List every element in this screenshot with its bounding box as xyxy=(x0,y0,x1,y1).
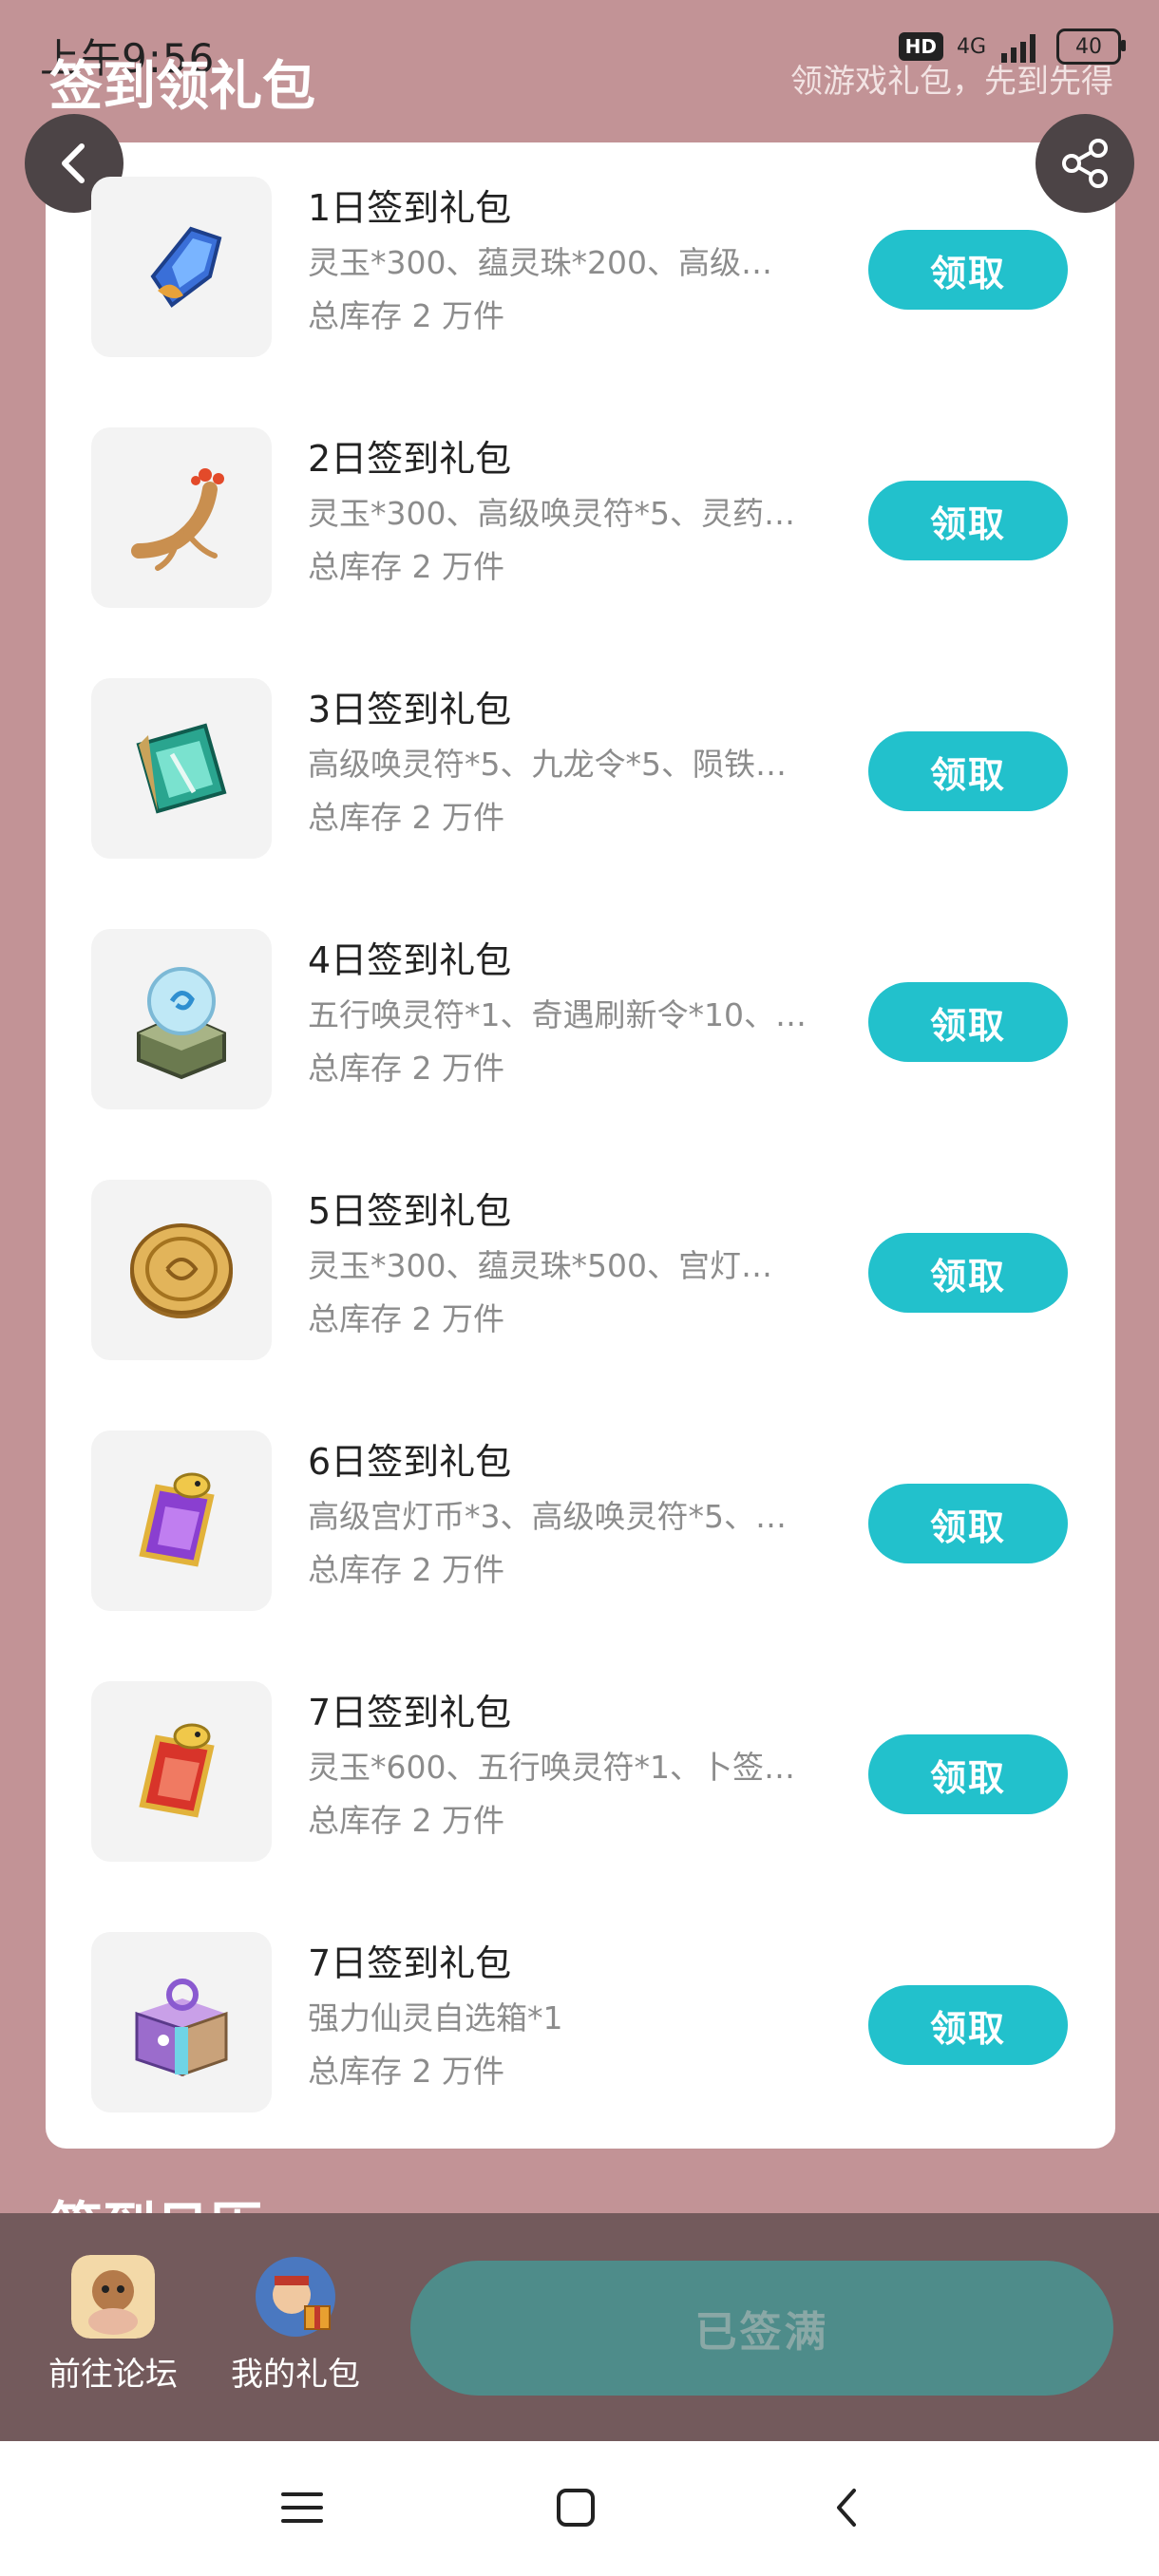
gift-description: 高级宫灯币*3、高级唤灵符*5、… xyxy=(308,1498,787,1535)
gift-description: 强力仙灵自选箱*1 xyxy=(308,1999,563,2036)
claim-button[interactable]: 领取 xyxy=(868,1985,1068,2065)
menu-icon xyxy=(281,2492,323,2523)
home-square-icon xyxy=(557,2489,595,2527)
red-scroll-icon xyxy=(139,1723,215,1818)
gift-item: 2日签到礼包 灵玉*300、高级唤灵符*5、灵药… 总库存 2 万件 领取 xyxy=(46,393,1115,644)
forum-link[interactable]: 前往论坛 xyxy=(32,2255,194,2395)
gift-name: 4日签到礼包 xyxy=(308,939,512,981)
gift-box-icon xyxy=(135,1979,228,2077)
gift-description: 灵玉*300、高级唤灵符*5、灵药… xyxy=(308,495,795,532)
gift-description: 五行唤灵符*1、奇遇刷新令*10、… xyxy=(308,996,807,1033)
gift-stock: 总库存 2 万件 xyxy=(308,1050,504,1087)
gift-thumbnail xyxy=(91,1681,272,1862)
gift-description: 灵玉*300、蕴灵珠*200、高级… xyxy=(308,244,772,281)
bottom-action-bar: 前往论坛 我的礼包 已签满 xyxy=(0,2213,1159,2441)
forum-label: 前往论坛 xyxy=(48,2356,178,2394)
gift-name: 7日签到礼包 xyxy=(308,1692,512,1733)
claim-button[interactable]: 领取 xyxy=(868,1233,1068,1313)
purple-scroll-icon xyxy=(139,1472,215,1567)
gift-name: 1日签到礼包 xyxy=(308,187,512,229)
claim-button[interactable]: 领取 xyxy=(868,1484,1068,1563)
gift-name: 5日签到礼包 xyxy=(308,1190,512,1232)
gift-stock: 总库存 2 万件 xyxy=(308,799,504,836)
gift-item: 5日签到礼包 灵玉*300、蕴灵珠*500、宫灯… 总库存 2 万件 领取 xyxy=(46,1146,1115,1396)
gift-thumbnail xyxy=(91,1932,272,2112)
gift-stock: 总库存 2 万件 xyxy=(308,2053,504,2090)
signed-full-button[interactable]: 已签满 xyxy=(410,2261,1113,2396)
my-gifts-icon xyxy=(254,2255,337,2339)
claim-button[interactable]: 领取 xyxy=(868,731,1068,811)
gift-thumbnail xyxy=(91,1430,272,1611)
gift-item: 1日签到礼包 灵玉*300、蕴灵珠*200、高级… 总库存 2 万件 领取 xyxy=(46,142,1115,393)
gift-stock: 总库存 2 万件 xyxy=(308,1802,504,1839)
gift-name: 7日签到礼包 xyxy=(308,1942,512,1984)
ginseng-root-icon xyxy=(131,468,224,571)
gift-name: 3日签到礼包 xyxy=(308,689,512,730)
claim-button[interactable]: 领取 xyxy=(868,1734,1068,1814)
gift-thumbnail xyxy=(91,1180,272,1360)
system-back-button[interactable] xyxy=(819,2479,876,2536)
gift-name: 6日签到礼包 xyxy=(308,1441,512,1483)
my-gifts-link[interactable]: 我的礼包 xyxy=(215,2255,376,2395)
gift-stock: 总库存 2 万件 xyxy=(308,297,504,334)
calendar-heading: 签到日历 xyxy=(49,2185,296,2213)
forum-icon xyxy=(71,2255,155,2339)
claim-button[interactable]: 领取 xyxy=(868,230,1068,310)
blue-crystal-icon xyxy=(150,226,222,308)
spirit-orb-icon xyxy=(137,967,226,1080)
back-arrow-icon xyxy=(837,2489,856,2527)
gift-thumbnail xyxy=(91,929,272,1109)
page-subtitle: 领游戏礼包，先到先得 xyxy=(790,63,1113,101)
gift-stock: 总库存 2 万件 xyxy=(308,548,504,585)
gift-item: 4日签到礼包 五行唤灵符*1、奇遇刷新令*10、… 总库存 2 万件 领取 xyxy=(46,895,1115,1146)
gift-name: 2日签到礼包 xyxy=(308,438,512,480)
gift-description: 灵玉*300、蕴灵珠*500、宫灯… xyxy=(308,1247,772,1284)
claim-button[interactable]: 领取 xyxy=(868,481,1068,560)
system-nav-bar xyxy=(0,2441,1159,2576)
gold-coin-icon xyxy=(130,1223,233,1318)
home-button[interactable] xyxy=(547,2479,604,2536)
menu-button[interactable] xyxy=(274,2479,331,2536)
my-gifts-label: 我的礼包 xyxy=(231,2356,360,2394)
gift-item: 7日签到礼包 灵玉*600、五行唤灵符*1、卜签… 总库存 2 万件 领取 xyxy=(46,1647,1115,1898)
gift-description: 高级唤灵符*5、九龙令*5、陨铁… xyxy=(308,746,787,783)
claim-button[interactable]: 领取 xyxy=(868,982,1068,1062)
gift-thumbnail xyxy=(91,678,272,859)
gift-item: 6日签到礼包 高级宫灯币*3、高级唤灵符*5、… 总库存 2 万件 领取 xyxy=(46,1396,1115,1647)
page-title: 签到领礼包 xyxy=(49,56,315,118)
jade-talisman-icon xyxy=(136,723,227,814)
gift-stock: 总库存 2 万件 xyxy=(308,1551,504,1588)
gift-thumbnail xyxy=(91,427,272,608)
gift-thumbnail xyxy=(91,177,272,357)
gift-item: 3日签到礼包 高级唤灵符*5、九龙令*5、陨铁… 总库存 2 万件 领取 xyxy=(46,644,1115,895)
gift-item: 7日签到礼包 强力仙灵自选箱*1 总库存 2 万件 领取 xyxy=(46,1898,1115,2149)
gift-stock: 总库存 2 万件 xyxy=(308,1300,504,1337)
gift-description: 灵玉*600、五行唤灵符*1、卜签… xyxy=(308,1749,795,1786)
